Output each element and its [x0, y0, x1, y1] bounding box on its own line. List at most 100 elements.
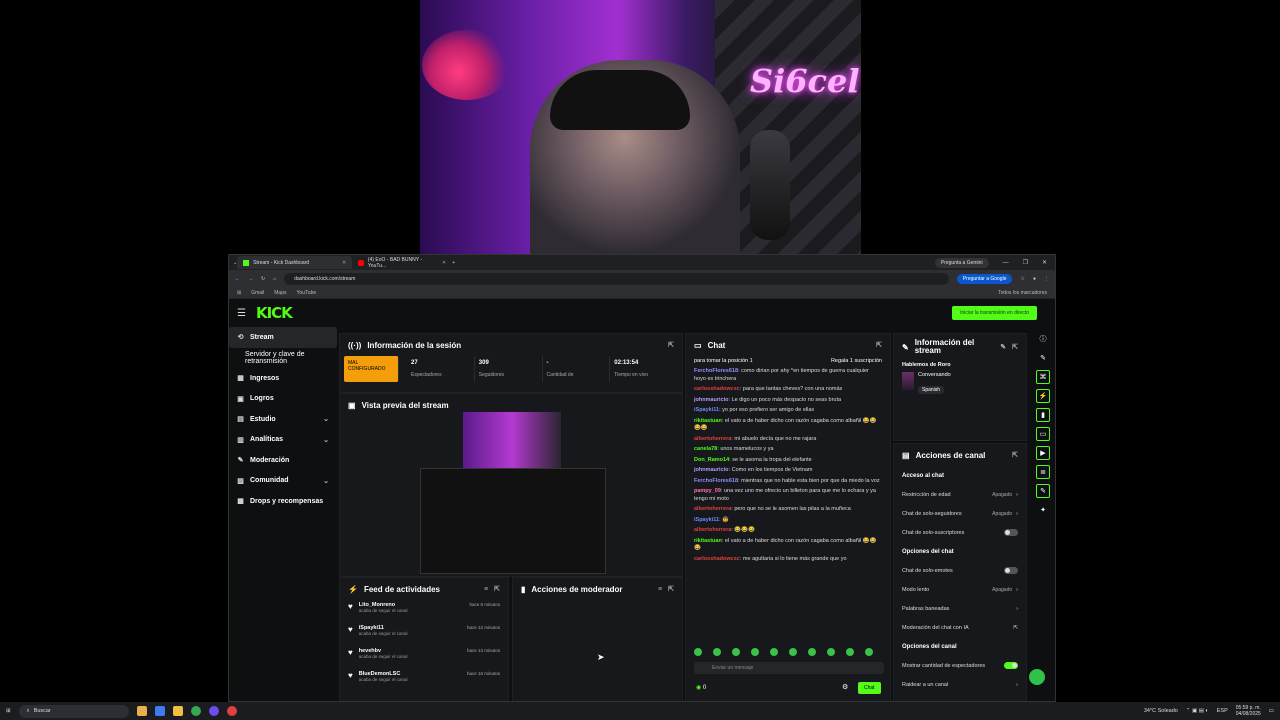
- channel-action-row[interactable]: Chat de solo-seguidores Apagado ›: [894, 504, 1026, 523]
- bookmark-maps[interactable]: Maps: [274, 290, 286, 296]
- channel-action-row[interactable]: Chat de solo-suscriptores: [894, 523, 1026, 542]
- taskbar-chrome-icon[interactable]: [190, 706, 201, 716]
- chat-username[interactable]: carlosshadowcsc: [694, 556, 740, 562]
- notifications-icon[interactable]: ▭: [1269, 708, 1274, 714]
- sidebar-item-income[interactable]: ▦ Ingresos: [229, 368, 337, 389]
- popout-icon[interactable]: ⇱: [668, 585, 674, 593]
- tab-youtube[interactable]: (4) EoO - BAD BUNNY - YouTu... ✕: [352, 256, 452, 269]
- toggle-switch[interactable]: [1004, 662, 1018, 669]
- emote-icon[interactable]: [713, 648, 721, 656]
- new-tab-icon[interactable]: +: [452, 260, 455, 266]
- filter-icon[interactable]: ≡: [484, 586, 488, 593]
- home-icon[interactable]: ⌂: [273, 276, 276, 282]
- popout-icon[interactable]: ⇱: [1012, 343, 1018, 351]
- channel-action-row[interactable]: Mostrar cantidad de espectadores: [894, 656, 1026, 675]
- gift-sub-text[interactable]: Regala 1 suscripción: [831, 358, 882, 366]
- sidebar-item-drops[interactable]: ▩ Drops y recompensas: [229, 491, 337, 512]
- send-chat-button[interactable]: Chat: [858, 682, 881, 694]
- points-counter[interactable]: ◉ 0: [696, 684, 706, 691]
- channel-action-row[interactable]: Moderación del chat con IA ⇱: [894, 618, 1026, 637]
- sidebar-item-community[interactable]: ▨ Comunidad ⌄: [229, 471, 337, 492]
- close-icon[interactable]: ✕: [1042, 259, 1047, 266]
- sidebar-item-analytics[interactable]: ▥ Analíticas ⌄: [229, 430, 337, 451]
- puzzle-icon[interactable]: ✦: [1036, 503, 1050, 517]
- chat-username[interactable]: albertoherrera: [694, 527, 731, 533]
- chat-username[interactable]: carlosshadowcsc: [694, 386, 740, 392]
- weather-text[interactable]: 34°C Soleado: [1144, 708, 1178, 714]
- reload-icon[interactable]: ↻: [261, 276, 265, 282]
- windows-start-icon[interactable]: ⊞: [6, 708, 11, 714]
- ask-google-button[interactable]: Preguntar a Google: [956, 273, 1013, 284]
- taskbar-app-icon[interactable]: [136, 706, 147, 716]
- tray-icons[interactable]: ⌃ ▣ ▤ ◐: [1186, 708, 1209, 714]
- stream-preview[interactable]: [420, 412, 606, 574]
- filter-icon[interactable]: ≡: [658, 586, 662, 593]
- edit-tool-icon[interactable]: ✎: [1036, 484, 1050, 498]
- chat-username[interactable]: rikitastuan: [694, 538, 722, 544]
- hamburger-menu-icon[interactable]: ☰: [237, 308, 246, 319]
- chat-username[interactable]: iSpayki11: [694, 407, 719, 413]
- emote-icon[interactable]: [865, 648, 873, 656]
- minimize-icon[interactable]: —: [1003, 260, 1009, 266]
- tool-icon[interactable]: ⌘: [1036, 370, 1050, 384]
- chat-username[interactable]: johnmauricio: [694, 397, 729, 403]
- restore-icon[interactable]: ❐: [1023, 259, 1028, 266]
- bookmark-youtube[interactable]: YouTube: [297, 290, 317, 296]
- emote-icon[interactable]: [846, 648, 854, 656]
- emote-icon[interactable]: [808, 648, 816, 656]
- close-tab-icon[interactable]: ✕: [342, 260, 346, 266]
- bolt-tool-icon[interactable]: ⚡: [1036, 389, 1050, 403]
- bookmark-gmail[interactable]: Gmail: [251, 290, 264, 296]
- channel-action-row[interactable]: Modo lento Apagado ›: [894, 580, 1026, 599]
- emote-icon[interactable]: [751, 648, 759, 656]
- menu-icon[interactable]: ⋮: [1044, 276, 1049, 282]
- shield-tool-icon[interactable]: ▮: [1036, 408, 1050, 422]
- emote-icon[interactable]: [827, 648, 835, 656]
- settings-gear-icon[interactable]: ⚙: [842, 683, 848, 691]
- toggle-switch[interactable]: [1004, 567, 1018, 574]
- kick-logo[interactable]: KICK: [256, 304, 293, 322]
- chat-username[interactable]: FerchoFlores618: [694, 368, 738, 374]
- popout-icon[interactable]: ⇱: [494, 585, 500, 593]
- emote-icon[interactable]: [770, 648, 778, 656]
- channel-action-row[interactable]: Raidear a un canal ›: [894, 675, 1026, 694]
- chat-username[interactable]: iSpayki11: [694, 517, 719, 523]
- chat-username[interactable]: pampy_09: [694, 488, 721, 494]
- sidebar-item-server-key[interactable]: Servidor y clave de retransmisión: [229, 348, 337, 369]
- profile-icon[interactable]: ●: [1033, 276, 1036, 282]
- sidebar-item-achievements[interactable]: ▣ Logros: [229, 389, 337, 410]
- go-live-button[interactable]: Iniciar la transmisión en directo: [952, 306, 1037, 320]
- chat-tool-icon[interactable]: ▭: [1036, 427, 1050, 441]
- apps-icon[interactable]: ⊞: [237, 290, 241, 296]
- channel-action-row[interactable]: Palabras baneadas ›: [894, 599, 1026, 618]
- close-tab-icon[interactable]: ✕: [442, 260, 446, 266]
- language-indicator[interactable]: ESP: [1217, 708, 1228, 714]
- taskbar-search[interactable]: ⌕ Buscar: [18, 704, 129, 718]
- forward-icon[interactable]: →: [248, 276, 253, 282]
- help-bubble-icon[interactable]: [1027, 667, 1047, 687]
- chat-username[interactable]: rikitastuan: [694, 418, 722, 424]
- emote-icon[interactable]: [789, 648, 797, 656]
- sidebar-item-stream[interactable]: ⟲ Stream: [229, 327, 337, 348]
- popout-icon[interactable]: ⇱: [668, 341, 674, 349]
- chat-username[interactable]: johnmauricio: [694, 467, 729, 473]
- channel-action-row[interactable]: Chat de solo-emotes: [894, 561, 1026, 580]
- emote-icon[interactable]: [694, 648, 702, 656]
- all-bookmarks[interactable]: Todos los marcadores: [998, 290, 1047, 296]
- taskbar-app3-icon[interactable]: [226, 706, 237, 716]
- gemini-button[interactable]: Pregunta a Gemini: [934, 257, 989, 268]
- toggle-switch[interactable]: [1004, 529, 1018, 536]
- chat-username[interactable]: Don_Ramo14: [694, 457, 729, 463]
- info-icon[interactable]: ⓘ: [1036, 332, 1050, 346]
- back-icon[interactable]: ←: [235, 276, 240, 282]
- star-icon[interactable]: ☆: [1020, 276, 1024, 282]
- popout-icon[interactable]: ⇱: [876, 341, 882, 349]
- chat-input[interactable]: Enviar un mensaje: [694, 662, 884, 674]
- channel-action-row[interactable]: Restricción de edad Apagado ›: [894, 485, 1026, 504]
- chat-username[interactable]: albertoherrera: [694, 436, 731, 442]
- chat-username[interactable]: canela78: [694, 446, 717, 452]
- pencil-icon[interactable]: ✎: [1036, 351, 1050, 365]
- chat-username[interactable]: FerchoFlores618: [694, 478, 738, 484]
- edit-pencil-icon[interactable]: ✎: [1000, 343, 1006, 351]
- emote-icon[interactable]: [732, 648, 740, 656]
